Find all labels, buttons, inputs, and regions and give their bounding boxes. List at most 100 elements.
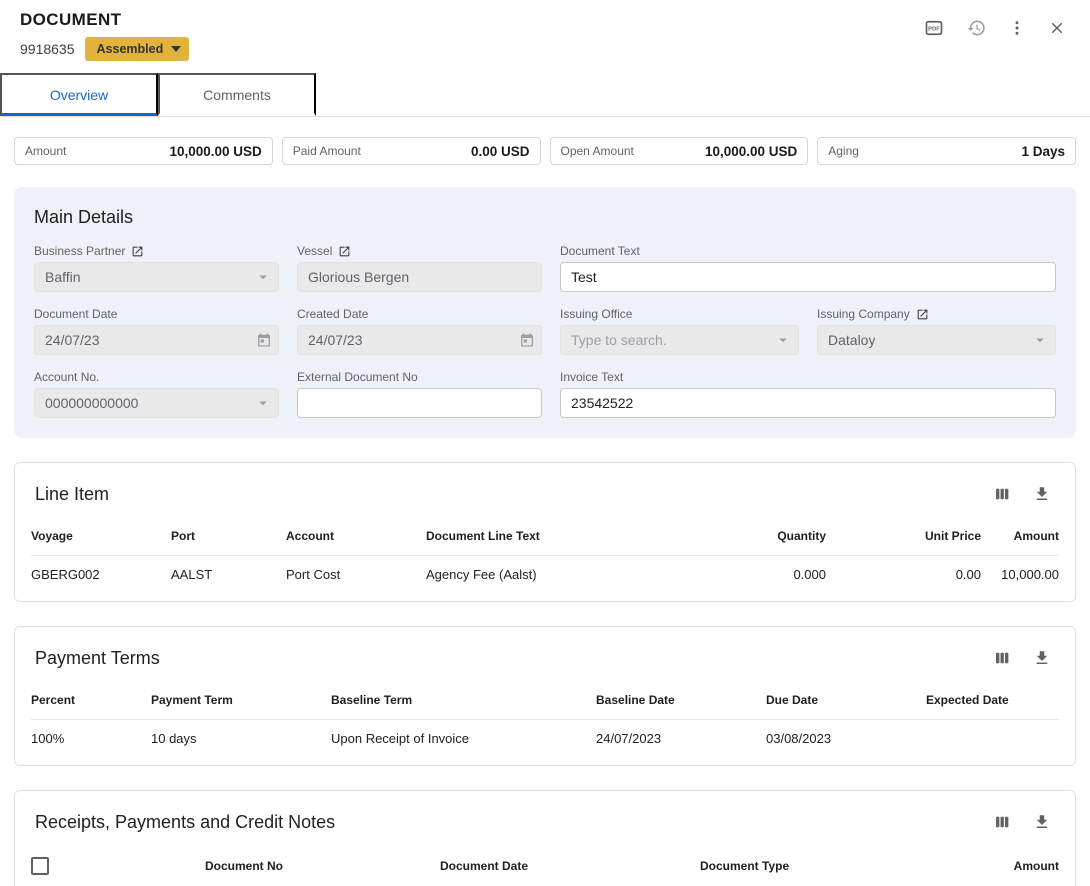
more-vert-icon: [1008, 19, 1026, 37]
columns-button[interactable]: [989, 809, 1015, 835]
business-partner-field: Business Partner Baffin: [34, 244, 279, 292]
external-document-no-input[interactable]: [297, 388, 542, 418]
document-date-field: Document Date 24/07/23: [34, 307, 279, 355]
close-icon: [1048, 19, 1066, 37]
issuing-office-field: Issuing Office Type to search.: [560, 307, 799, 355]
select-all-checkbox[interactable]: [31, 857, 49, 875]
card-label: Open Amount: [561, 144, 634, 158]
more-menu-button[interactable]: [1004, 15, 1030, 41]
card-value: 10,000.00 USD: [705, 144, 797, 159]
status-badge[interactable]: Assembled: [85, 37, 190, 61]
table-row[interactable]: GBERG002 AALST Port Cost Agency Fee (Aal…: [31, 556, 1059, 594]
svg-text:PDF: PDF: [928, 27, 940, 33]
tab-comments[interactable]: Comments: [158, 73, 316, 116]
document-text-field: Document Text: [560, 244, 1056, 292]
column-header: Document Line Text: [426, 515, 716, 556]
document-subrow: 9918635 Assembled: [20, 37, 189, 61]
field-label: Issuing Company: [817, 307, 910, 321]
columns-icon: [993, 813, 1011, 831]
select-value: Baffin: [45, 269, 81, 285]
input-value: Glorious Bergen: [308, 269, 409, 285]
summary-cards: Amount 10,000.00 USD Paid Amount 0.00 US…: [14, 137, 1076, 165]
document-text-input[interactable]: [560, 262, 1056, 292]
card-label: Amount: [25, 144, 66, 158]
receipts-title: Receipts, Payments and Credit Notes: [35, 812, 335, 833]
invoice-text-field: Invoice Text: [560, 370, 1056, 418]
header: DOCUMENT 9918635 Assembled PDF: [0, 0, 1090, 61]
receipts-section: Receipts, Payments and Credit Notes Docu…: [14, 790, 1076, 886]
cell-amount: 10,000.00: [981, 556, 1059, 594]
chevron-down-icon: [171, 46, 181, 52]
column-header: Account: [286, 515, 426, 556]
cell-unit-price: 0.00: [826, 556, 981, 594]
card-value: 0.00 USD: [471, 144, 530, 159]
line-item-section: Line Item Voyage Port Account Document L…: [14, 462, 1076, 602]
table-header-row: Document No Document Date Document Type …: [31, 843, 1059, 886]
history-button[interactable]: [962, 14, 990, 42]
column-header: Document Type: [700, 843, 930, 886]
field-label: Document Text: [560, 244, 640, 258]
select-all-header: [31, 843, 205, 886]
invoice-text-input[interactable]: [560, 388, 1056, 418]
column-header: Port: [171, 515, 286, 556]
card-label: Paid Amount: [293, 144, 361, 158]
columns-button[interactable]: [989, 481, 1015, 507]
field-label: Vessel: [297, 244, 332, 258]
header-left: DOCUMENT 9918635 Assembled: [20, 10, 189, 61]
dropdown-caret-icon: [774, 331, 792, 349]
columns-button[interactable]: [989, 645, 1015, 671]
external-link-icon[interactable]: [338, 245, 351, 258]
table-row[interactable]: 100% 10 days Upon Receipt of Invoice 24/…: [31, 720, 1059, 758]
close-button[interactable]: [1044, 15, 1070, 41]
table-header-row: Percent Payment Term Baseline Term Basel…: [31, 679, 1059, 720]
column-header: Baseline Date: [596, 679, 766, 720]
card-label: Aging: [828, 144, 859, 158]
issuing-office-select: Type to search.: [560, 325, 799, 355]
column-header: Expected Date: [926, 679, 1059, 720]
issuing-company-select: Dataloy: [817, 325, 1056, 355]
cell-document-line-text: Agency Fee (Aalst): [426, 556, 716, 594]
vessel-input: Glorious Bergen: [297, 262, 542, 292]
main-details-panel: Main Details Business Partner Baffin Ves…: [14, 187, 1076, 438]
cell-baseline-term: Upon Receipt of Invoice: [331, 720, 596, 758]
download-button[interactable]: [1029, 481, 1055, 507]
column-header: Document Date: [440, 843, 700, 886]
main-details-title: Main Details: [34, 207, 1056, 228]
header-actions: PDF: [920, 14, 1070, 42]
column-header: Unit Price: [826, 515, 981, 556]
history-icon: [966, 18, 986, 38]
column-header: Voyage: [31, 515, 171, 556]
download-icon: [1033, 813, 1051, 831]
cell-voyage: GBERG002: [31, 556, 171, 594]
business-partner-select: Baffin: [34, 262, 279, 292]
card-value: 10,000.00 USD: [169, 144, 261, 159]
dropdown-caret-icon: [254, 268, 272, 286]
pdf-icon: PDF: [924, 18, 944, 38]
field-label: Invoice Text: [560, 370, 623, 384]
column-header: Baseline Term: [331, 679, 596, 720]
card-open-amount: Open Amount 10,000.00 USD: [550, 137, 809, 165]
payment-terms-section: Payment Terms Percent Payment Term Basel…: [14, 626, 1076, 766]
pdf-button[interactable]: PDF: [920, 14, 948, 42]
page-title: DOCUMENT: [20, 10, 189, 30]
calendar-icon: [519, 332, 535, 348]
input-value: 24/07/23: [45, 332, 100, 348]
created-date-input: 24/07/23: [297, 325, 542, 355]
field-label: Document Date: [34, 307, 117, 321]
column-header: Document No: [205, 843, 440, 886]
tab-overview[interactable]: Overview: [0, 73, 158, 116]
line-item-title: Line Item: [35, 484, 109, 505]
vessel-field: Vessel Glorious Bergen: [297, 244, 542, 292]
cell-percent: 100%: [31, 720, 151, 758]
field-label: Issuing Office: [560, 307, 632, 321]
cell-port: AALST: [171, 556, 286, 594]
download-button[interactable]: [1029, 809, 1055, 835]
external-link-icon[interactable]: [916, 308, 929, 321]
card-aging: Aging 1 Days: [817, 137, 1076, 165]
download-button[interactable]: [1029, 645, 1055, 671]
external-document-no-field: External Document No: [297, 370, 542, 418]
columns-icon: [993, 485, 1011, 503]
calendar-icon: [256, 332, 272, 348]
receipts-table: Document No Document Date Document Type …: [31, 843, 1059, 886]
external-link-icon[interactable]: [131, 245, 144, 258]
